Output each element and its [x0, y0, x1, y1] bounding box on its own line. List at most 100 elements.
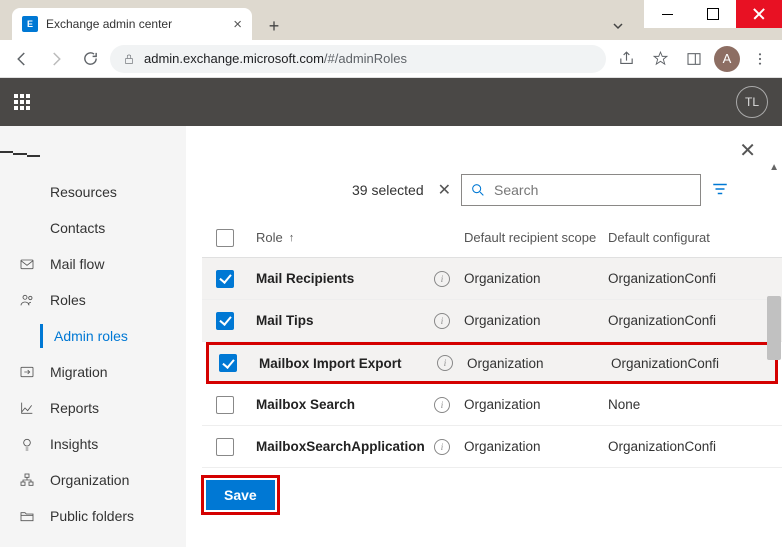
window-close-button[interactable] [736, 0, 782, 28]
window-minimize-button[interactable] [644, 0, 690, 28]
new-tab-button[interactable]: + [260, 12, 288, 40]
row-checkbox[interactable] [216, 438, 234, 456]
side-panel-icon[interactable] [680, 45, 708, 73]
bookmark-star-icon[interactable] [646, 45, 674, 73]
sidebar-item-migration[interactable]: Migration [0, 354, 186, 390]
tenant-avatar[interactable]: TL [736, 86, 768, 118]
row-config: None [608, 397, 782, 412]
sidebar-item-reports[interactable]: Reports [0, 390, 186, 426]
search-icon [470, 182, 486, 198]
url-host: admin.exchange.microsoft.com [144, 51, 324, 66]
sidebar-item-label: Admin roles [54, 328, 128, 344]
info-icon[interactable]: i [437, 355, 453, 371]
hamburger-icon[interactable] [0, 134, 40, 174]
sidebar-item-label: Insights [50, 436, 98, 452]
tab-close-icon[interactable]: × [233, 16, 242, 33]
sidebar: Resources Contacts Mail flow Roles Admin rol… [0, 126, 186, 547]
main-panel: ✕ ▲ 39 selected ✕ Search Role↑ Default r… [186, 126, 782, 547]
lock-icon [122, 52, 136, 66]
sidebar-item-public-folders[interactable]: Public folders [0, 498, 186, 534]
sidebar-item-label: Migration [50, 364, 108, 380]
folders-icon [18, 508, 36, 524]
sidebar-item-resources[interactable]: Resources [0, 174, 186, 210]
tab-title: Exchange admin center [46, 17, 225, 31]
url-path: /#/adminRoles [324, 51, 407, 66]
profile-avatar[interactable]: A [714, 46, 740, 72]
save-button[interactable]: Save [206, 480, 275, 510]
row-scope: Organization [464, 271, 608, 286]
share-icon[interactable] [612, 45, 640, 73]
table-header: Role↑ Default recipient scope Default co… [202, 218, 782, 258]
sidebar-item-label: Mail flow [50, 256, 104, 272]
table-row[interactable]: Mailbox SearchiOrganizationNone [202, 384, 782, 426]
row-checkbox[interactable] [219, 354, 237, 372]
role-name: MailboxSearchApplication [256, 439, 425, 454]
row-scope: Organization [464, 397, 608, 412]
sidebar-item-label: Reports [50, 400, 99, 416]
roles-icon [18, 292, 36, 308]
url-field[interactable]: admin.exchange.microsoft.com/#/adminRole… [110, 45, 606, 73]
row-config: OrganizationConfi [608, 313, 782, 328]
selected-count: 39 selected [352, 182, 424, 198]
sidebar-item-label: Public folders [50, 508, 134, 524]
window-maximize-button[interactable] [690, 0, 736, 28]
row-scope: Organization [464, 313, 608, 328]
reports-icon [18, 400, 36, 416]
app-launcher-icon[interactable] [14, 94, 30, 110]
browser-tab-active[interactable]: E Exchange admin center × [12, 8, 252, 40]
sidebar-item-roles[interactable]: Roles [0, 282, 186, 318]
browser-address-bar: admin.exchange.microsoft.com/#/adminRole… [0, 40, 782, 78]
sidebar-item-label: Organization [50, 472, 129, 488]
row-config: OrganizationConfi [608, 271, 782, 286]
org-icon [18, 472, 36, 488]
info-icon[interactable]: i [434, 313, 450, 329]
info-icon[interactable]: i [434, 271, 450, 287]
row-config: OrganizationConfi [611, 356, 775, 371]
migration-icon [18, 364, 36, 380]
row-checkbox[interactable] [216, 270, 234, 288]
scroll-up-arrow[interactable]: ▲ [769, 162, 779, 173]
sidebar-item-admin-roles[interactable]: Admin roles [0, 318, 186, 354]
role-name: Mail Recipients [256, 271, 354, 286]
sidebar-item-mail-flow[interactable]: Mail flow [0, 246, 186, 282]
table-row[interactable]: Mailbox Import Export i OrganizationOrgani… [206, 342, 778, 384]
nav-back-button[interactable] [8, 45, 36, 73]
select-all-checkbox[interactable] [216, 229, 234, 247]
table-row[interactable]: Mail Tips i OrganizationOrganizationConfi [202, 300, 782, 342]
sidebar-item-organization[interactable]: Organization [0, 462, 186, 498]
nav-forward-button[interactable] [42, 45, 70, 73]
table-toolbar: 39 selected ✕ Search [352, 174, 782, 206]
role-name: Mail Tips [256, 313, 314, 328]
row-checkbox[interactable] [216, 312, 234, 330]
table-row[interactable]: Mail Recipients i OrganizationOrganization… [202, 258, 782, 300]
sidebar-item-label: Roles [50, 292, 86, 308]
table-row[interactable]: MailboxSearchApplication i OrganizationOrg… [202, 426, 782, 468]
row-scope: Organization [464, 439, 608, 454]
sidebar-item-insights[interactable]: Insights [0, 426, 186, 462]
mail-icon [18, 256, 36, 272]
row-checkbox[interactable] [216, 396, 234, 414]
column-config[interactable]: Default configurat [608, 230, 782, 245]
search-input[interactable]: Search [461, 174, 701, 206]
filter-icon[interactable] [711, 182, 729, 199]
insights-icon [18, 436, 36, 452]
nav-reload-button[interactable] [76, 45, 104, 73]
role-name: Mailbox Import Export [259, 356, 402, 371]
sidebar-item-contacts[interactable]: Contacts [0, 210, 186, 246]
info-icon[interactable]: i [434, 397, 450, 413]
sort-asc-icon: ↑ [289, 232, 295, 244]
search-placeholder: Search [494, 182, 538, 198]
clear-selection-icon[interactable]: ✕ [438, 180, 451, 200]
sidebar-item-label: Resources [50, 184, 117, 200]
panel-close-icon[interactable]: ✕ [739, 138, 756, 163]
exchange-favicon: E [22, 16, 38, 32]
tabs-dropdown-button[interactable] [604, 12, 632, 40]
info-icon[interactable]: i [434, 439, 450, 455]
column-role[interactable]: Role↑ [256, 230, 464, 245]
app-top-bar: TL [0, 78, 782, 126]
scrollbar-thumb[interactable] [767, 296, 781, 360]
column-scope[interactable]: Default recipient scope [464, 230, 608, 245]
row-scope: Organization [467, 356, 611, 371]
browser-menu-icon[interactable] [746, 45, 774, 73]
row-config: OrganizationConfi [608, 439, 782, 454]
